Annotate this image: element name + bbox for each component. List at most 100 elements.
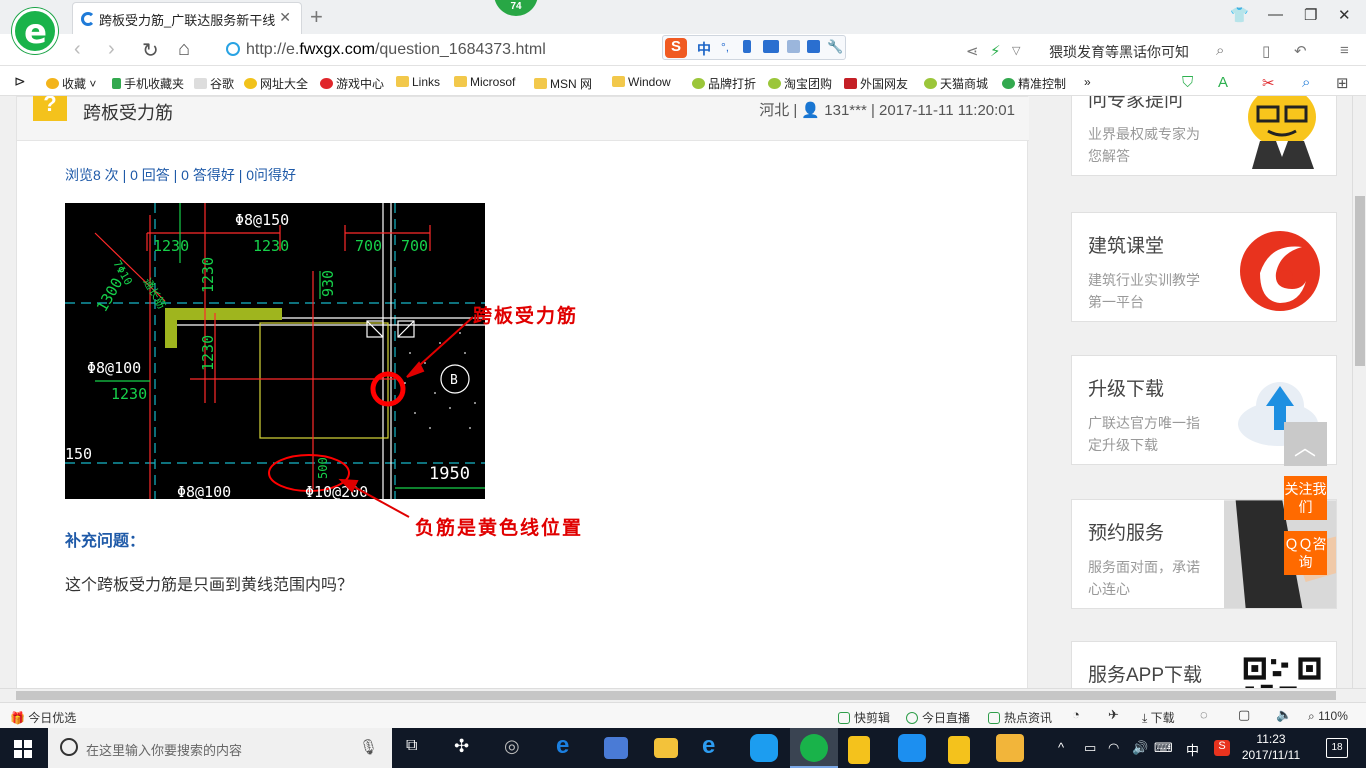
vertical-scroll-thumb[interactable]: [1355, 196, 1365, 366]
lightning-icon[interactable]: ⚡: [990, 42, 1001, 60]
volume-icon[interactable]: 🔈: [1276, 707, 1292, 723]
question-stats[interactable]: 浏览8 次 | 0 回答 | 0 答得好 | 0问得好: [65, 165, 296, 185]
microphone-icon[interactable]: 🎙: [359, 738, 378, 756]
notes-app-icon[interactable]: [996, 734, 1024, 762]
apps-grid-icon[interactable]: ⊞: [1336, 74, 1349, 92]
punctuation-icon[interactable]: °,: [721, 40, 734, 54]
skin-icon[interactable]: [807, 40, 820, 53]
today-picks[interactable]: 🎁 今日优选: [10, 709, 76, 726]
qq-consult-button[interactable]: ＱＱ咨询: [1284, 531, 1327, 575]
microphone-icon[interactable]: [743, 40, 751, 53]
undo-icon[interactable]: ↶: [1294, 42, 1307, 60]
battery-icon[interactable]: ▭: [1084, 740, 1096, 756]
bookmark-brand-sale[interactable]: 品牌打折: [692, 75, 756, 92]
minimize-button[interactable]: —: [1268, 6, 1283, 23]
plus-app-icon[interactable]: [898, 734, 926, 762]
back-to-top-button[interactable]: ︿: [1284, 422, 1327, 466]
bookmark-msn[interactable]: MSN 网: [534, 75, 592, 92]
swirl-app-icon[interactable]: ◎: [504, 736, 520, 757]
app-g-icon[interactable]: [750, 734, 778, 762]
speaker-icon[interactable]: 🔊: [1132, 740, 1148, 756]
clean-icon[interactable]: ◌: [1200, 707, 1208, 722]
bookmark-mobile[interactable]: 手机收藏夹: [112, 75, 184, 92]
ime-mode[interactable]: 中: [697, 39, 711, 59]
sidebar-card-classroom[interactable]: 建筑课堂 建筑行业实训教学第一平台: [1071, 212, 1337, 322]
vertical-scrollbar[interactable]: [1352, 96, 1366, 688]
close-tab-icon[interactable]: ✕: [279, 9, 291, 26]
search-suggestion[interactable]: 猥琐发育等黑话你可知: [1049, 42, 1189, 62]
keyboard-icon[interactable]: [763, 40, 779, 53]
forward-icon[interactable]: ›: [108, 38, 115, 61]
windows-start-icon[interactable]: [14, 740, 32, 758]
chevron-down-icon[interactable]: ▽: [1012, 44, 1020, 57]
ime-toolbar[interactable]: S 中 °, 🔧: [662, 35, 846, 60]
restore-button[interactable]: ❐: [1304, 6, 1317, 24]
bookmark-sites[interactable]: 网址大全: [244, 75, 308, 92]
search-icon[interactable]: ⌕: [1216, 42, 1224, 59]
notification-badge[interactable]: 74: [494, 0, 538, 16]
cad-drawing-image[interactable]: Φ8@150 1230 1230 700 700 1300 7Φ10 通长筋 1…: [65, 203, 485, 499]
bookmark-foreign[interactable]: 外国网友: [844, 75, 908, 92]
follow-us-button[interactable]: 关注我们: [1284, 476, 1327, 520]
keyboard-icon[interactable]: ⌨: [1154, 740, 1173, 756]
bookmark-games[interactable]: 游戏中心: [320, 75, 384, 92]
sogou-ime-icon[interactable]: S: [665, 38, 687, 58]
status-item-download[interactable]: ⤓ 下载: [1142, 709, 1175, 726]
home-icon[interactable]: ⌂: [178, 38, 190, 61]
bookmark-precise[interactable]: 精准控制: [1002, 75, 1066, 92]
store-icon[interactable]: [604, 737, 628, 759]
bookmark-windows[interactable]: Window: [612, 75, 671, 89]
sidebar-toggle-icon[interactable]: ⊳: [14, 73, 26, 90]
bookmark-tmall[interactable]: 天猫商城: [924, 75, 988, 92]
browser-logo-icon[interactable]: e: [12, 8, 58, 54]
bookmark-favorites[interactable]: 收藏 ˅: [46, 75, 96, 92]
status-item-live[interactable]: 今日直播: [906, 709, 970, 726]
new-tab-button[interactable]: +: [310, 4, 323, 30]
status-item-news[interactable]: 热点资讯: [988, 709, 1052, 726]
tools-icon[interactable]: ✈: [1108, 707, 1119, 723]
translate-icon[interactable]: A: [1218, 74, 1228, 91]
shirt-icon[interactable]: 👕: [1230, 6, 1249, 24]
bookmark-google[interactable]: 谷歌: [194, 75, 234, 92]
bookmark-links[interactable]: Links: [396, 75, 440, 89]
phone-icon[interactable]: ▯: [1262, 42, 1270, 60]
horizontal-scroll-thumb[interactable]: [16, 691, 1336, 700]
settings-wrench-icon[interactable]: 🔧: [827, 39, 843, 54]
user-icon[interactable]: [787, 40, 800, 53]
share-icon[interactable]: ⋖: [966, 42, 979, 60]
sidebar-card-expert[interactable]: 问专家提问 业界最权威专家为您解答: [1071, 96, 1337, 176]
window-icon[interactable]: ▢: [1238, 707, 1250, 723]
file-explorer-icon[interactable]: [654, 738, 678, 758]
browser-tab[interactable]: 跨板受力筋_广联达服务新干线 ✕: [72, 2, 302, 34]
bookmark-microsoft[interactable]: Microsof: [454, 75, 515, 89]
glodon-app-2-icon[interactable]: [948, 736, 970, 764]
close-window-button[interactable]: ✕: [1338, 6, 1351, 24]
shield-icon[interactable]: ⛉: [1182, 74, 1193, 91]
back-icon[interactable]: ‹: [74, 38, 81, 61]
speed-icon[interactable]: ◔: [1072, 707, 1080, 722]
status-item-quick-edit[interactable]: 快剪辑: [838, 709, 890, 726]
taskbar-clock[interactable]: 11:23 2017/11/11: [1236, 731, 1306, 763]
taskbar-search-box[interactable]: 在这里输入你要搜索的内容 🎙: [48, 728, 392, 768]
fan-app-icon[interactable]: ✣: [454, 736, 469, 757]
refresh-icon[interactable]: ↻: [142, 38, 159, 63]
sidebar-card-app-download[interactable]: 服务APP下载: [1071, 641, 1337, 688]
browser-task-icon[interactable]: [800, 734, 828, 762]
menu-icon[interactable]: ≡: [1340, 42, 1349, 59]
magnifier-icon[interactable]: ⌕: [1302, 74, 1310, 91]
zoom-level[interactable]: ⌕ 110%: [1308, 709, 1348, 724]
tray-up-icon[interactable]: ^: [1058, 740, 1064, 755]
url-field[interactable]: http://e.fwxgx.com/question_1684373.html: [222, 38, 1022, 62]
horizontal-scrollbar[interactable]: [0, 688, 1366, 702]
wifi-icon[interactable]: ◠: [1108, 740, 1119, 756]
scissors-icon[interactable]: ✂: [1262, 74, 1275, 92]
action-center-icon[interactable]: 18: [1326, 738, 1348, 758]
more-bookmarks-icon[interactable]: »: [1084, 75, 1091, 89]
sogou-tray-icon[interactable]: S: [1214, 740, 1230, 756]
bookmark-taobao[interactable]: 淘宝团购: [768, 75, 832, 92]
taskbar-ime[interactable]: 中: [1186, 740, 1199, 759]
glodon-app-icon[interactable]: [848, 736, 870, 764]
edge-icon[interactable]: e: [556, 732, 584, 760]
ie-icon[interactable]: e: [702, 732, 730, 760]
task-view-icon[interactable]: ⧉: [406, 737, 417, 755]
